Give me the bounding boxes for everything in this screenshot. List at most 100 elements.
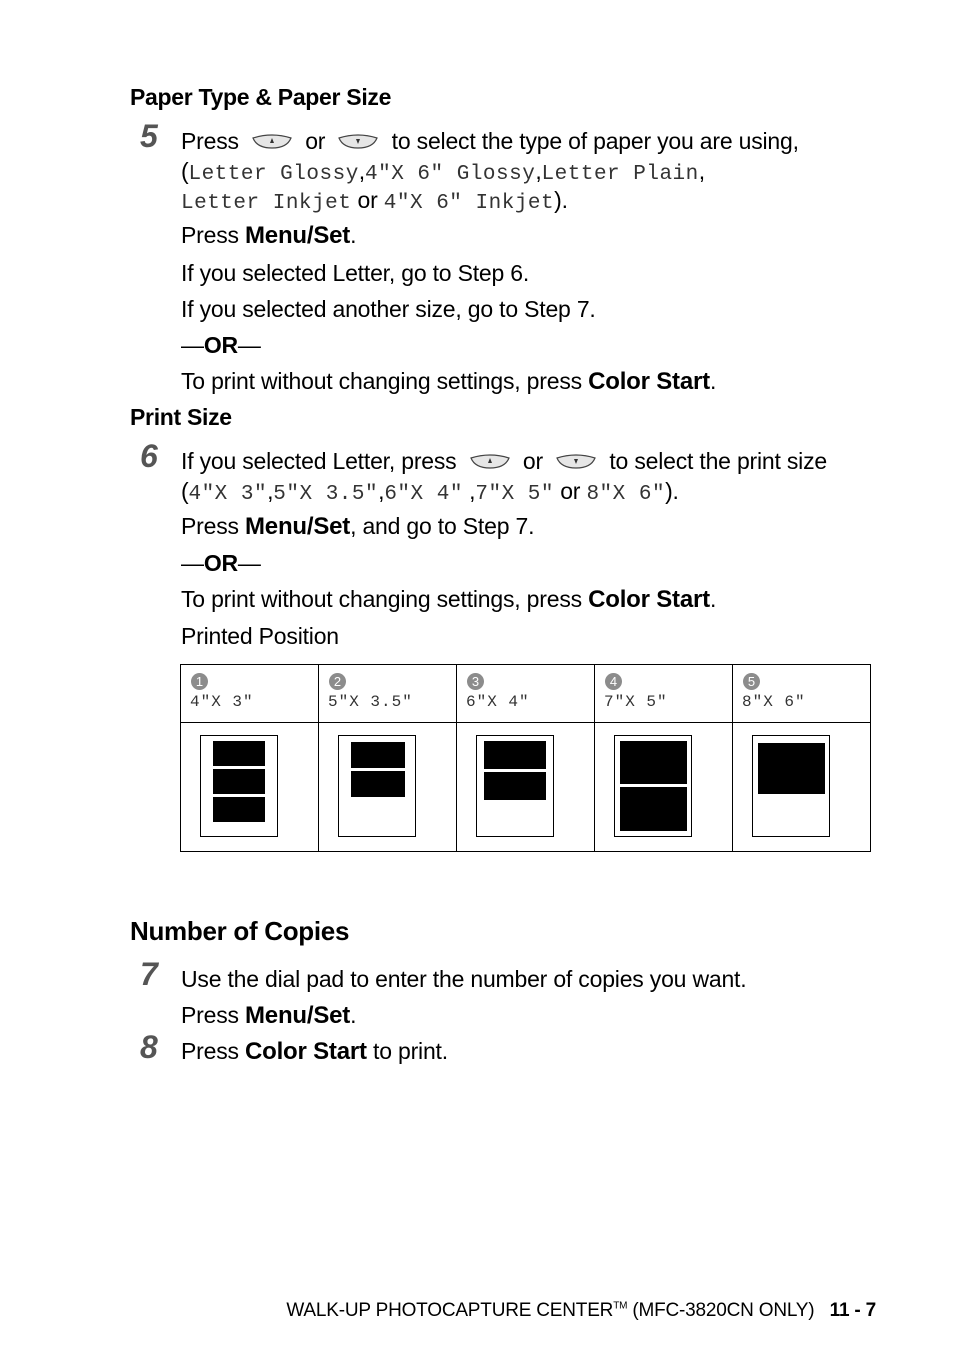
text: If you selected Letter, press <box>181 448 457 474</box>
step-number-6: 6 <box>140 438 158 474</box>
text: to select the type of paper you are usin… <box>391 128 799 154</box>
option-4x6-inkjet: 4"X 6" Inkjet <box>383 192 555 215</box>
table-diagram-cell <box>732 722 871 852</box>
step-number-5: 5 <box>140 118 158 154</box>
step5-options-line2: Letter Inkjet or 4"X 6" Inkjet). <box>181 187 568 215</box>
step6-or-divider: —OR— <box>181 550 261 577</box>
badge-4: 4 <box>605 673 622 690</box>
table-diagram-cell <box>456 722 595 852</box>
text: . <box>350 1002 357 1028</box>
table-diagram-row <box>180 722 871 852</box>
key-menu-set: Menu/Set <box>245 222 351 249</box>
paren: ). <box>665 478 679 504</box>
paren: ). <box>554 187 568 213</box>
text: Press <box>181 513 239 539</box>
photo-block <box>620 787 687 831</box>
section-title-copies: Number of Copies <box>130 916 350 946</box>
step-number-8: 8 <box>140 1029 158 1065</box>
table-header-cell: 2 5"X 3.5" <box>318 664 457 723</box>
photo-block <box>620 741 687 784</box>
text: to select the print size <box>609 448 827 474</box>
photo-block <box>351 742 405 768</box>
text: or <box>560 478 581 504</box>
size-7x5: 7"X 5" <box>475 483 554 506</box>
step5-if-other: If you selected another size, go to Step… <box>181 296 596 322</box>
paper-sheet-diagram <box>752 735 830 837</box>
footer-model: (MFC-3820CN ONLY) <box>632 1300 815 1321</box>
size-label: 8"X 6" <box>742 693 806 711</box>
size-6x4: 6"X 4" <box>384 483 463 506</box>
text: To print without changing settings, pres… <box>181 368 582 394</box>
key-color-start: Color Start <box>588 368 710 395</box>
badge-5: 5 <box>743 673 760 690</box>
size-label: 4"X 3" <box>190 693 254 711</box>
step6-line1: If you selected Letter, press or to sele… <box>181 448 827 475</box>
text: , and go to Step 7. <box>350 513 535 539</box>
dash: — <box>181 332 204 358</box>
up-arrow-button-icon <box>469 453 511 469</box>
table-header-cell: 4 7"X 5" <box>594 664 733 723</box>
text: or <box>305 128 326 154</box>
photo-block <box>758 743 825 794</box>
key-color-start: Color Start <box>245 1038 367 1065</box>
step-number-7: 7 <box>140 956 158 992</box>
step5-options-line1: (Letter Glossy,4"X 6" Glossy,Letter Plai… <box>181 158 705 186</box>
size-8x6: 8"X 6" <box>586 483 666 506</box>
table-header-row: 1 4"X 3" 2 5"X 3.5" 3 6"X 4" 4 7"X 5" 5 8"X 6… <box>180 664 871 723</box>
dash: — <box>237 332 261 358</box>
step5-no-change: To print without changing settings, pres… <box>181 368 716 396</box>
step5-press-menuset: Press Menu/Set. <box>181 222 356 250</box>
step7-text: Use the dial pad to enter the number of … <box>181 966 747 992</box>
text: To print without changing settings, pres… <box>181 586 582 612</box>
down-arrow-button-icon <box>337 133 379 149</box>
size-label: 6"X 4" <box>466 693 530 711</box>
text: . <box>709 586 717 612</box>
printed-position-label: Printed Position <box>181 623 339 649</box>
photo-block <box>484 741 546 769</box>
step5-line1: Press or to select the type of paper you… <box>181 128 799 155</box>
trademark: TM <box>613 1300 628 1312</box>
down-arrow-button-icon <box>555 453 597 469</box>
badge-2: 2 <box>329 673 346 690</box>
table-diagram-cell <box>594 722 733 852</box>
option-letter-glossy: Letter Glossy <box>188 163 359 186</box>
text: Press <box>181 128 239 154</box>
section-title-paper: Paper Type & Paper Size <box>130 84 392 110</box>
table-diagram-cell <box>180 722 319 852</box>
comma: , <box>698 158 705 184</box>
paper-sheet-diagram <box>614 735 692 837</box>
photo-block <box>213 769 265 794</box>
size-label: 5"X 3.5" <box>328 693 413 711</box>
paper-sheet-diagram <box>338 735 416 837</box>
paper-sheet-diagram <box>200 735 278 837</box>
step5-if-letter: If you selected Letter, go to Step 6. <box>181 260 530 286</box>
photo-block <box>484 772 546 800</box>
table-diagram-cell <box>318 722 457 852</box>
key-menu-set: Menu/Set <box>245 513 351 540</box>
step6-sizes-line: (4"X 3",5"X 3.5",6"X 4" ,7"X 5" or 8"X 6… <box>181 478 679 506</box>
photo-block <box>213 797 265 822</box>
section-title-print-size: Print Size <box>130 404 232 430</box>
badge-1: 1 <box>191 673 208 690</box>
option-letter-inkjet: Letter Inkjet <box>181 192 352 215</box>
size-5x3-5: 5"X 3.5" <box>273 483 379 506</box>
or-word: OR <box>203 332 238 358</box>
page-number: 11 - 7 <box>829 1300 877 1321</box>
option-letter-plain: Letter Plain <box>541 163 699 186</box>
footer-title: WALK-UP PHOTOCAPTURE CENTER <box>286 1300 614 1321</box>
page-footer: WALK-UP PHOTOCAPTURE CENTERTM (MFC-3820C… <box>286 1300 876 1322</box>
table-header-cell: 5 8"X 6" <box>732 664 871 723</box>
text: Press <box>181 222 239 248</box>
step5-or-divider: —OR— <box>181 332 261 359</box>
size-4x3: 4"X 3" <box>188 483 268 506</box>
size-label: 7"X 5" <box>604 693 668 711</box>
step6-press-menuset: Press Menu/Set, and go to Step 7. <box>181 513 534 541</box>
table-header-cell: 1 4"X 3" <box>180 664 319 723</box>
option-4x6-glossy: 4"X 6" Glossy <box>365 163 536 186</box>
printed-position-table: 1 4"X 3" 2 5"X 3.5" 3 6"X 4" 4 7"X 5" 5 8"X 6… <box>180 664 871 852</box>
badge-3: 3 <box>467 673 484 690</box>
text: . <box>709 368 717 394</box>
text: . <box>350 222 357 248</box>
step8-text: Press Color Start to print. <box>181 1038 448 1066</box>
step7-press-menuset: Press Menu/Set. <box>181 1002 356 1030</box>
